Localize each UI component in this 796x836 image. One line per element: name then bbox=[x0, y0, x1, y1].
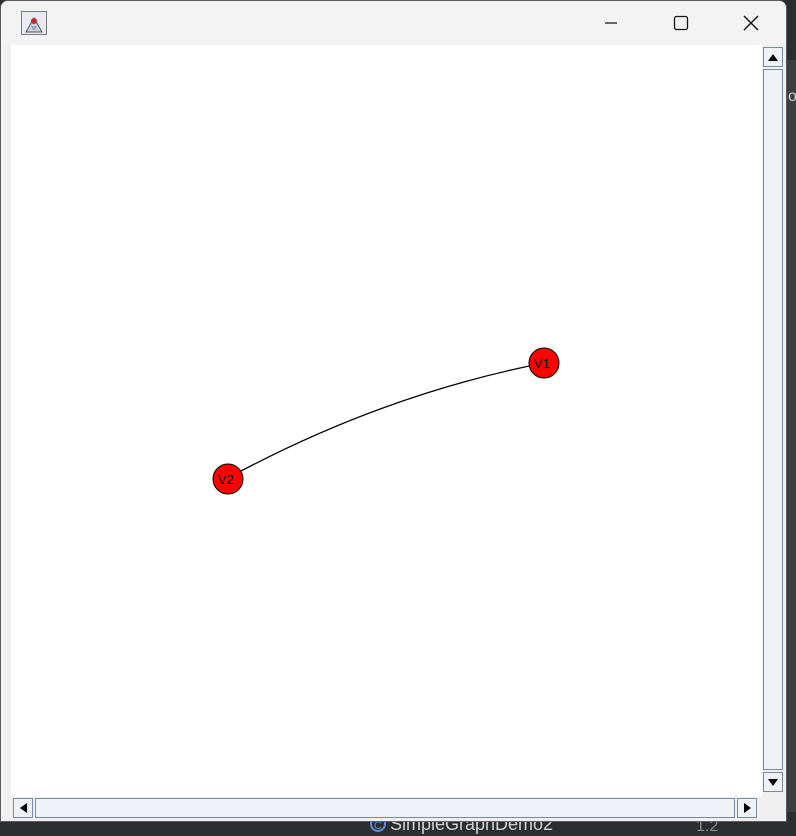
close-icon bbox=[743, 15, 759, 31]
triangle-left-icon bbox=[19, 803, 27, 813]
maximize-button[interactable] bbox=[646, 1, 716, 45]
horizontal-scrollbar[interactable] bbox=[11, 797, 762, 819]
scroll-left-button[interactable] bbox=[13, 798, 33, 818]
vertical-scrollbar[interactable] bbox=[762, 45, 786, 797]
triangle-down-icon bbox=[768, 778, 778, 786]
vertex-label: V2 bbox=[218, 472, 234, 487]
graph-vertex-v1[interactable]: V1 bbox=[528, 347, 560, 379]
vertex-label: V1 bbox=[534, 356, 550, 371]
maximize-icon bbox=[673, 15, 689, 31]
app-window: V1 V2 bbox=[0, 0, 787, 822]
minimize-icon bbox=[605, 22, 617, 24]
scroll-right-button[interactable] bbox=[737, 798, 757, 818]
background-ide-strip bbox=[786, 60, 796, 831]
graph-vertex-v2[interactable]: V2 bbox=[212, 463, 244, 495]
background-text-fragment: ol bbox=[788, 88, 796, 105]
vertical-scroll-thumb[interactable] bbox=[763, 69, 783, 770]
title-bar[interactable] bbox=[1, 1, 786, 45]
horizontal-scroll-thumb[interactable] bbox=[35, 798, 735, 818]
java-app-icon bbox=[21, 11, 47, 35]
triangle-up-icon bbox=[768, 53, 778, 61]
graph-canvas[interactable]: V1 V2 bbox=[11, 45, 762, 797]
scroll-down-button[interactable] bbox=[763, 772, 783, 792]
scrollbar-corner bbox=[762, 797, 786, 819]
graph-edge[interactable] bbox=[227, 362, 545, 479]
close-button[interactable] bbox=[716, 1, 786, 45]
triangle-right-icon bbox=[743, 803, 751, 813]
graph-view[interactable]: V1 V2 bbox=[11, 45, 762, 797]
scroll-up-button[interactable] bbox=[763, 47, 783, 67]
minimize-button[interactable] bbox=[576, 1, 646, 45]
